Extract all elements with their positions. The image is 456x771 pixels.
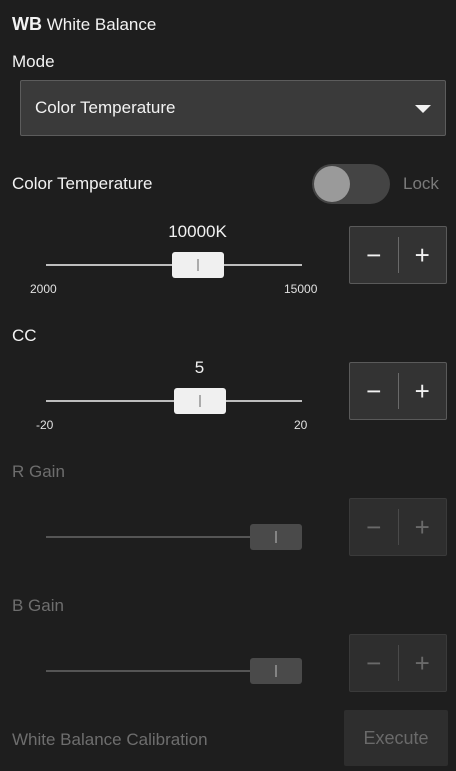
mode-label: Mode bbox=[12, 52, 55, 71]
b-gain-slider-thumb bbox=[250, 658, 302, 684]
color-temperature-increment-button[interactable]: + bbox=[399, 227, 447, 283]
panel-title-text: White Balance bbox=[46, 15, 157, 34]
cc-slider-thumb[interactable] bbox=[173, 388, 226, 414]
lock-toggle[interactable] bbox=[312, 164, 390, 204]
color-temperature-min-label: 2000 bbox=[30, 282, 57, 296]
r-gain-decrement-button: − bbox=[366, 511, 382, 542]
b-gain-stepper: − + bbox=[349, 634, 447, 692]
cc-max-label: 20 bbox=[294, 418, 308, 432]
cc-min-label: -20 bbox=[36, 418, 54, 432]
execute-button[interactable]: Execute bbox=[344, 710, 448, 766]
cc-increment-button[interactable]: + bbox=[399, 363, 447, 419]
cc-decrement-button[interactable]: − bbox=[350, 363, 398, 419]
r-gain-stepper: − + bbox=[349, 498, 447, 556]
lock-toggle-knob bbox=[314, 166, 350, 202]
b-gain-decrement-button: − bbox=[366, 647, 382, 678]
color-temperature-value: 10000K bbox=[168, 222, 227, 241]
cc-label: CC bbox=[12, 326, 37, 345]
mode-select[interactable]: Color Temperature bbox=[20, 80, 446, 136]
white-balance-calibration-label: White Balance Calibration bbox=[12, 730, 208, 749]
mode-select-value: Color Temperature bbox=[35, 98, 176, 117]
b-gain-increment-button: + bbox=[414, 647, 430, 678]
color-temperature-max-label: 15000 bbox=[284, 282, 318, 296]
color-temperature-slider-thumb[interactable] bbox=[171, 252, 224, 278]
r-gain-increment-button: + bbox=[414, 511, 430, 542]
wb-badge: WB bbox=[12, 14, 42, 34]
r-gain-slider-thumb bbox=[250, 524, 302, 550]
color-temperature-decrement-button[interactable]: − bbox=[350, 227, 398, 283]
lock-label: Lock bbox=[403, 174, 439, 193]
r-gain-label: R Gain bbox=[12, 462, 65, 481]
color-temperature-label: Color Temperature bbox=[12, 174, 153, 193]
color-temperature-stepper: − + bbox=[349, 226, 447, 284]
cc-value: 5 bbox=[194, 358, 205, 377]
panel-title: WB White Balance bbox=[12, 14, 156, 35]
b-gain-label: B Gain bbox=[12, 596, 64, 615]
chevron-down-icon bbox=[415, 105, 431, 113]
cc-stepper: − + bbox=[349, 362, 447, 420]
